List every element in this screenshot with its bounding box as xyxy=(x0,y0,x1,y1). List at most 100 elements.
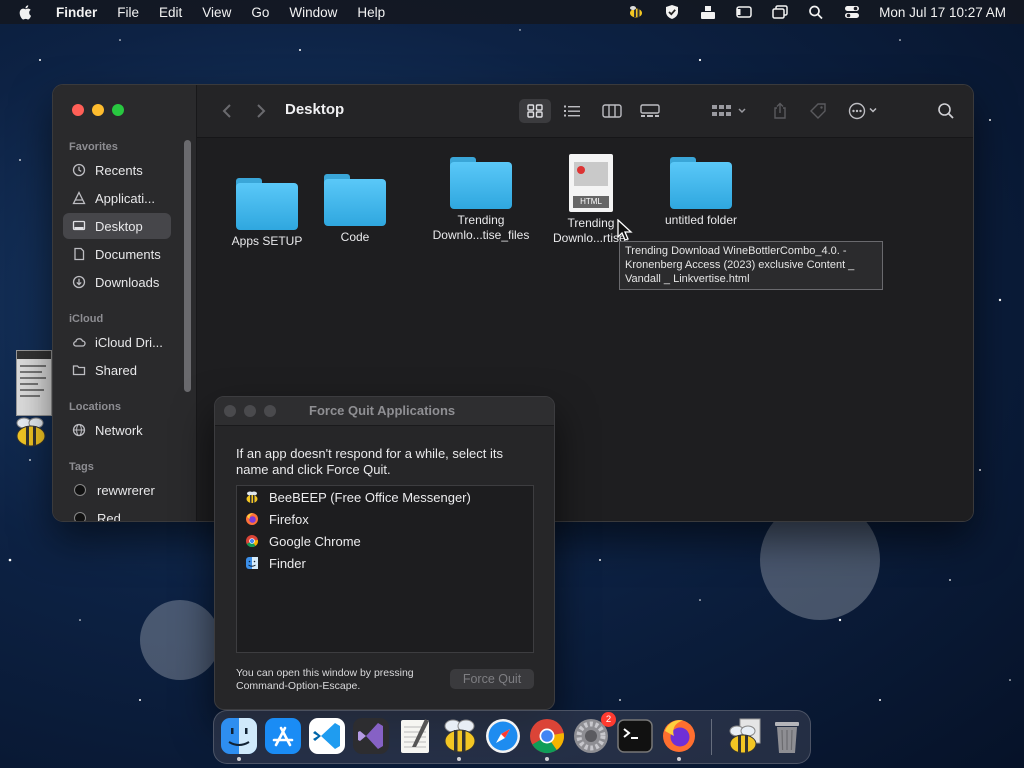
sidebar-item-label: Desktop xyxy=(95,218,143,234)
share-icon xyxy=(774,102,786,119)
file-item-trending-files-folder[interactable]: Trending Downlo...tise_files xyxy=(426,157,536,243)
tray-icon[interactable] xyxy=(699,4,717,20)
dock-trash[interactable] xyxy=(768,717,806,755)
minimize-button[interactable] xyxy=(92,104,104,116)
menu-help[interactable]: Help xyxy=(357,5,385,20)
list-view-icon xyxy=(564,105,580,117)
dock-visual-studio[interactable] xyxy=(352,717,390,755)
finder-sidebar: Favorites Recents Applicati... Desktop D… xyxy=(53,85,197,521)
sidebar-item-documents[interactable]: Documents xyxy=(63,241,171,267)
zoom-button[interactable] xyxy=(112,104,124,116)
sidebar-item-label: Network xyxy=(95,422,143,438)
spotlight-search-icon[interactable] xyxy=(807,4,825,20)
app-list[interactable]: BeeBEEP (Free Office Messenger) Firefox … xyxy=(236,485,534,653)
html-file-badge: HTML xyxy=(573,196,609,208)
tags-button[interactable] xyxy=(805,99,831,123)
menu-view[interactable]: View xyxy=(202,5,231,20)
sidebar-item-icloud-drive[interactable]: iCloud Dri... xyxy=(63,329,171,355)
force-quit-titlebar: Force Quit Applications xyxy=(215,397,554,426)
force-quit-shortcut-hint: You can open this window by pressing Com… xyxy=(236,667,414,692)
applications-icon xyxy=(72,191,86,205)
app-row-beebeep[interactable]: BeeBEEP (Free Office Messenger) xyxy=(245,486,471,508)
globe-icon xyxy=(72,423,86,437)
menu-file[interactable]: File xyxy=(117,5,139,20)
bee-status-icon[interactable] xyxy=(627,4,645,20)
control-center-icon[interactable] xyxy=(843,4,861,20)
file-name-tooltip: Trending Download WineBottlerCombo_4.0. … xyxy=(619,241,883,290)
file-item-untitled-folder[interactable]: untitled folder xyxy=(646,157,756,228)
file-item-code[interactable]: Code xyxy=(300,174,410,245)
icon-view-button[interactable] xyxy=(519,99,551,123)
window-controls xyxy=(224,405,276,417)
zoom-button[interactable] xyxy=(264,405,276,417)
running-indicator xyxy=(545,757,549,761)
dock-firefox[interactable] xyxy=(660,717,698,761)
sidebar-item-label: Documents xyxy=(95,246,161,262)
force-quit-button[interactable]: Force Quit xyxy=(450,669,534,689)
tag-color-dot xyxy=(74,484,86,496)
more-actions-button[interactable] xyxy=(845,99,887,123)
apple-menu-icon[interactable] xyxy=(18,4,34,20)
dock-app-store[interactable] xyxy=(264,717,302,755)
sidebar-item-recents[interactable]: Recents xyxy=(63,157,171,183)
menu-edit[interactable]: Edit xyxy=(159,5,182,20)
list-view-button[interactable] xyxy=(557,99,587,123)
dock-finder[interactable] xyxy=(220,717,258,761)
dock-safari[interactable] xyxy=(484,717,522,755)
window-title: Desktop xyxy=(285,101,345,118)
file-label: Trending Downlo...tise_files xyxy=(432,213,530,242)
menu-window[interactable]: Window xyxy=(289,5,337,20)
menu-app-finder[interactable]: Finder xyxy=(56,5,97,20)
bee-icon xyxy=(729,718,761,754)
sidebar-heading-locations: Locations xyxy=(69,401,121,413)
minimize-button[interactable] xyxy=(244,405,256,417)
mouse-pointer-icon xyxy=(617,219,633,241)
dock-google-chrome[interactable] xyxy=(528,717,566,761)
terminal-icon xyxy=(617,719,653,753)
visual-studio-icon xyxy=(353,718,389,754)
share-button[interactable] xyxy=(767,99,793,123)
windows-icon[interactable] xyxy=(771,4,789,20)
close-button[interactable] xyxy=(224,405,236,417)
app-row-google-chrome[interactable]: Google Chrome xyxy=(245,530,361,552)
sidebar-scrollbar[interactable] xyxy=(184,140,191,392)
chrome-icon xyxy=(530,719,564,754)
dock-terminal[interactable] xyxy=(616,717,654,755)
sidebar-item-downloads[interactable]: Downloads xyxy=(63,269,171,295)
shield-check-icon[interactable] xyxy=(663,4,681,20)
sidebar-tag-red[interactable]: Red xyxy=(63,505,171,521)
back-arrow-icon[interactable] xyxy=(219,102,235,120)
dock-beebeep-document[interactable] xyxy=(726,717,764,755)
dock-system-settings[interactable]: 2 xyxy=(572,712,616,755)
bee-desktop-icon[interactable] xyxy=(12,416,50,450)
finder-icon xyxy=(221,718,257,754)
menu-clock[interactable]: Mon Jul 17 10:27 AM xyxy=(879,5,1006,20)
column-view-icon xyxy=(602,104,622,118)
notification-badge: 2 xyxy=(601,712,616,727)
sidebar-item-applications[interactable]: Applicati... xyxy=(63,185,171,211)
dock-beebeep[interactable] xyxy=(440,717,478,761)
desktop-window-thumbnail[interactable] xyxy=(16,350,52,416)
stage-manager-icon[interactable] xyxy=(735,4,753,20)
chrome-icon xyxy=(246,535,258,548)
group-by-button[interactable] xyxy=(709,99,751,123)
folder-icon xyxy=(450,157,512,209)
sidebar-item-shared[interactable]: Shared xyxy=(63,357,171,383)
forward-arrow-icon[interactable] xyxy=(253,102,269,120)
html-file-icon: HTML xyxy=(569,154,613,212)
column-view-button[interactable] xyxy=(597,99,627,123)
dock-vscode[interactable] xyxy=(308,717,346,755)
close-button[interactable] xyxy=(72,104,84,116)
menu-go[interactable]: Go xyxy=(251,5,269,20)
ellipsis-circle-icon xyxy=(848,102,877,120)
dock-textedit[interactable] xyxy=(396,717,434,755)
file-label: untitled folder xyxy=(664,213,738,227)
sidebar-item-desktop[interactable]: Desktop xyxy=(63,213,171,239)
gallery-view-button[interactable] xyxy=(635,99,665,123)
sidebar-item-network[interactable]: Network xyxy=(63,417,171,443)
app-row-finder[interactable]: Finder xyxy=(245,552,306,574)
sidebar-tag-rewwrerer[interactable]: rewwrerer xyxy=(63,477,171,503)
search-button[interactable] xyxy=(932,99,960,123)
app-row-firefox[interactable]: Firefox xyxy=(245,508,309,530)
vscode-icon xyxy=(309,718,345,754)
